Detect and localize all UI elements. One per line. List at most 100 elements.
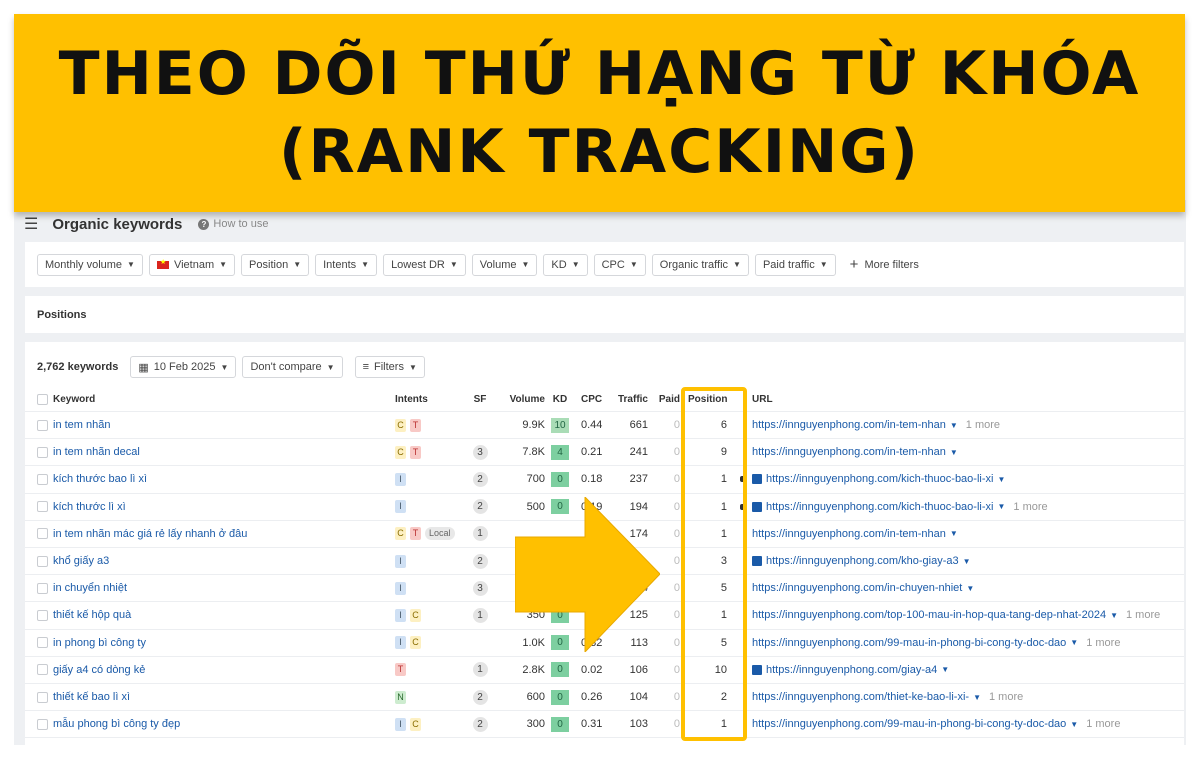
more-urls-link[interactable]: 1 more — [1086, 718, 1120, 730]
row-checkbox[interactable] — [37, 419, 48, 431]
chevron-down-icon[interactable]: ▼ — [950, 529, 958, 538]
volume-cell: 9.9K — [522, 419, 545, 432]
keyword-link[interactable]: khổ giấy a3 — [53, 555, 395, 567]
more-urls-link[interactable]: 1 more — [1126, 609, 1160, 621]
url-link[interactable]: https://innguyenphong.com/99-mau-in-phon… — [752, 637, 1066, 649]
arrow-icon — [515, 497, 660, 652]
sf-badge[interactable]: 2 — [472, 499, 488, 515]
keyword-link[interactable]: giấy a4 có dòng kẻ — [53, 664, 395, 676]
sf-badge[interactable]: 1 — [472, 526, 488, 542]
col-keyword[interactable]: Keyword — [53, 394, 395, 405]
keyword-link[interactable]: in phong bì công ty — [53, 637, 395, 649]
sf-badge[interactable]: 3 — [472, 580, 488, 596]
image-icon — [752, 556, 762, 567]
keyword-link[interactable]: in tem nhãn decal — [53, 446, 395, 458]
col-cpc[interactable]: CPC — [575, 394, 610, 405]
row-checkbox[interactable] — [37, 664, 48, 676]
more-filters-button[interactable]: + More filters — [850, 256, 919, 273]
filter-chip[interactable]: Lowest DR ▼ — [383, 253, 466, 276]
sf-badge[interactable]: 3 — [472, 444, 488, 460]
chevron-down-icon[interactable]: ▼ — [963, 557, 971, 566]
filter-chip[interactable]: Organic traffic ▼ — [651, 253, 749, 276]
chevron-down-icon[interactable]: ▼ — [997, 475, 1005, 484]
filter-chip[interactable]: KD ▼ — [543, 253, 588, 276]
volume-cell: 2.8K — [522, 663, 545, 676]
paid-cell: 0 — [673, 718, 680, 731]
keyword-link[interactable]: kích thước lì xì — [53, 501, 395, 513]
row-checkbox[interactable] — [37, 691, 48, 703]
filter-chip[interactable]: Vietnam ▼ — [148, 253, 236, 276]
more-urls-link[interactable]: 1 more — [989, 691, 1023, 703]
keyword-link[interactable]: in tem nhãn — [53, 419, 395, 431]
keyword-link[interactable]: in chuyển nhiệt — [53, 582, 395, 594]
url-link[interactable]: https://innguyenphong.com/99-mau-in-phon… — [752, 718, 1066, 730]
keyword-link[interactable]: mẫu phong bì công ty đẹp — [53, 718, 395, 730]
col-volume[interactable]: Volume — [495, 394, 545, 405]
row-checkbox[interactable] — [37, 501, 48, 513]
filter-chip[interactable]: Position ▼ — [241, 253, 310, 276]
chevron-down-icon[interactable]: ▼ — [1070, 720, 1078, 729]
chevron-down-icon[interactable]: ▼ — [950, 421, 958, 430]
keyword-link[interactable]: thiết kế bao lì xì — [53, 691, 395, 703]
sf-badge[interactable]: 2 — [472, 553, 488, 569]
chevron-down-icon[interactable]: ▼ — [997, 502, 1005, 511]
intents-cell: IC — [395, 717, 465, 731]
how-to-use-link[interactable]: ? How to use — [198, 218, 268, 230]
filter-chip[interactable]: Intents ▼ — [315, 253, 378, 276]
chevron-down-icon[interactable]: ▼ — [950, 448, 958, 457]
url-link[interactable]: https://innguyenphong.com/kho-giay-a3 — [766, 555, 959, 567]
chevron-down-icon[interactable]: ▼ — [973, 693, 981, 702]
row-checkbox[interactable] — [37, 446, 48, 458]
filter-chip[interactable]: Paid traffic ▼ — [754, 253, 836, 276]
filter-chip[interactable]: CPC ▼ — [593, 253, 646, 276]
intent-badge: I — [395, 608, 406, 622]
col-sf[interactable]: SF — [465, 394, 495, 405]
url-link[interactable]: https://innguyenphong.com/kich-thuoc-bao… — [766, 473, 993, 485]
hamburger-icon[interactable]: ☰ — [24, 214, 38, 234]
row-checkbox[interactable] — [37, 528, 48, 540]
traffic-cell: 106 — [629, 663, 648, 676]
chevron-down-icon[interactable]: ▼ — [966, 584, 974, 593]
chevron-down-icon[interactable]: ▼ — [1070, 638, 1078, 647]
more-urls-link[interactable]: 1 more — [966, 419, 1000, 431]
row-checkbox[interactable] — [37, 473, 48, 485]
sf-badge[interactable]: 2 — [472, 471, 488, 487]
col-paid[interactable]: Paid — [648, 394, 680, 405]
url-link[interactable]: https://innguyenphong.com/top-100-mau-in… — [752, 609, 1106, 621]
sf-badge[interactable]: 2 — [472, 716, 488, 732]
compare-dropdown[interactable]: Don't compare ▼ — [242, 356, 343, 378]
sf-badge[interactable]: 1 — [472, 607, 488, 623]
url-link[interactable]: https://innguyenphong.com/in-tem-nhan — [752, 419, 946, 431]
keyword-link[interactable]: thiết kế hộp quà — [53, 609, 395, 621]
filter-chip[interactable]: Monthly volume ▼ — [37, 253, 143, 276]
col-kd[interactable]: KD — [545, 394, 575, 405]
url-link[interactable]: https://innguyenphong.com/in-chuyen-nhie… — [752, 582, 962, 594]
url-link[interactable]: https://innguyenphong.com/in-tem-nhan — [752, 528, 946, 540]
date-picker[interactable]: ▦ 10 Feb 2025 ▼ — [130, 356, 237, 378]
keyword-link[interactable]: in tem nhãn mác giá rẻ lấy nhanh ở đâu — [53, 528, 395, 540]
col-traffic[interactable]: Traffic — [610, 394, 648, 405]
more-urls-link[interactable]: 1 more — [1086, 637, 1120, 649]
col-intents[interactable]: Intents — [395, 394, 465, 405]
url-link[interactable]: https://innguyenphong.com/in-tem-nhan — [752, 446, 946, 458]
url-link[interactable]: https://innguyenphong.com/giay-a4 — [766, 664, 937, 676]
url-link[interactable]: https://innguyenphong.com/kich-thuoc-bao… — [766, 501, 993, 513]
select-all-checkbox[interactable] — [37, 394, 48, 405]
table-toolbar: 2,762 keywords ▦ 10 Feb 2025 ▼ Don't compa… — [37, 356, 425, 378]
more-urls-link[interactable]: 1 more — [1013, 501, 1047, 513]
filter-label: Monthly volume — [45, 258, 123, 271]
row-checkbox[interactable] — [37, 582, 48, 594]
row-checkbox[interactable] — [37, 555, 48, 567]
row-checkbox[interactable] — [37, 609, 48, 621]
chevron-down-icon[interactable]: ▼ — [941, 665, 949, 674]
sf-badge[interactable]: 1 — [472, 662, 488, 678]
sf-badge[interactable]: 2 — [472, 689, 488, 705]
row-checkbox[interactable] — [37, 718, 48, 730]
chevron-down-icon[interactable]: ▼ — [1110, 611, 1118, 620]
col-url[interactable]: URL — [752, 394, 1184, 405]
filter-chip[interactable]: Volume ▼ — [471, 253, 538, 276]
row-checkbox[interactable] — [37, 637, 48, 649]
filters-dropdown[interactable]: ≡ Filters ▼ — [354, 356, 425, 378]
url-link[interactable]: https://innguyenphong.com/thiet-ke-bao-l… — [752, 691, 969, 703]
keyword-link[interactable]: kích thước bao lì xì — [53, 473, 395, 485]
